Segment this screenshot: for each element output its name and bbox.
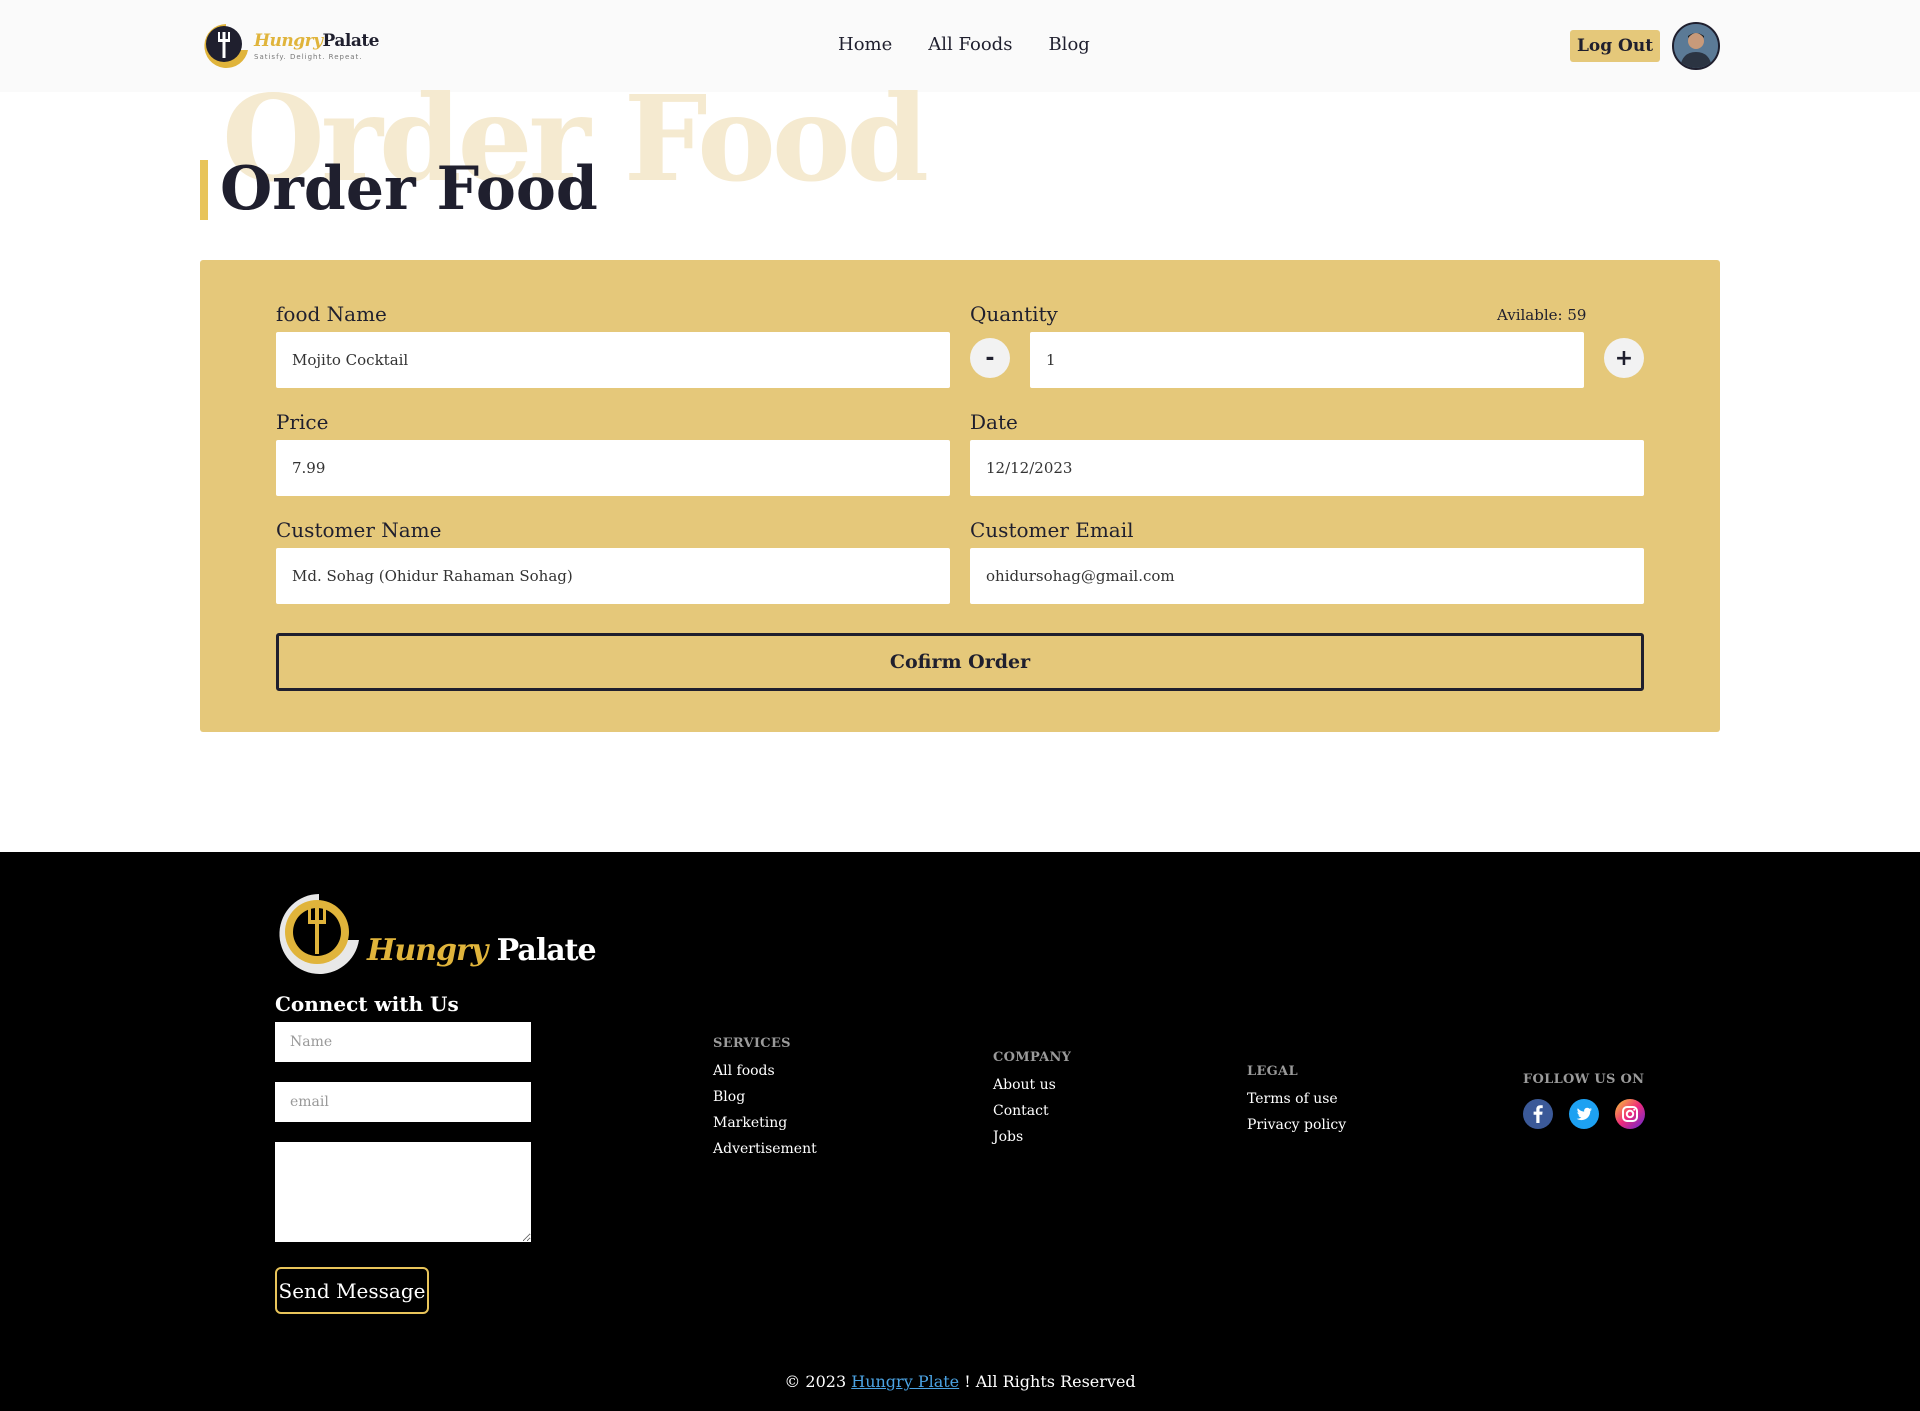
user-avatar[interactable] [1672, 22, 1720, 70]
plate-fork-logo-icon [275, 890, 363, 978]
footer-link-terms[interactable]: Terms of use [1247, 1091, 1346, 1107]
instagram-icon[interactable] [1615, 1099, 1645, 1129]
price-input[interactable] [276, 440, 950, 496]
send-message-button[interactable]: Send Message [275, 1267, 429, 1314]
customer-name-label: Customer Name [276, 518, 442, 542]
footer-services: SERVICES All foods Blog Marketing Advert… [713, 1036, 817, 1167]
contact-name-input[interactable] [275, 1022, 531, 1062]
footer-link-about[interactable]: About us [993, 1077, 1071, 1093]
copyright-suffix: ! All Rights Reserved [964, 1372, 1136, 1391]
logo-word-palate: Palate [322, 31, 380, 51]
copyright: © 2023 Hungry Plate ! All Rights Reserve… [0, 1372, 1920, 1391]
logo-tagline: Satisfy. Delight. Repeat. [254, 53, 363, 61]
customer-email-label: Customer Email [970, 518, 1134, 542]
footer-legal: LEGAL Terms of use Privacy policy [1247, 1064, 1346, 1143]
footer-follow: FOLLOW US ON [1523, 1072, 1645, 1129]
footer-company: COMPANY About us Contact Jobs [993, 1050, 1071, 1155]
facebook-icon[interactable] [1523, 1099, 1553, 1129]
confirm-order-button[interactable]: Cofirm Order [276, 633, 1644, 691]
footer-logo[interactable]: Hungry Palate [275, 890, 597, 978]
footer-link-jobs[interactable]: Jobs [993, 1129, 1071, 1145]
date-input[interactable] [970, 440, 1644, 496]
footer-link-marketing[interactable]: Marketing [713, 1115, 817, 1131]
footer: Hungry Palate Connect with Us Send Messa… [0, 852, 1920, 1411]
main-nav: Home All Foods Blog [838, 34, 1126, 55]
footer-link-blog[interactable]: Blog [713, 1089, 817, 1105]
brand-logo[interactable]: HungryPalate Satisfy. Delight. Repeat. [200, 19, 380, 73]
available-count: Avilable: 59 [1497, 306, 1587, 324]
footer-link-all-foods[interactable]: All foods [713, 1063, 817, 1079]
footer-logo-word-hungry: Hungry [367, 933, 488, 968]
footer-logo-word-palate: Palate [496, 933, 597, 968]
page-title: Order Food [220, 154, 598, 224]
company-title: COMPANY [993, 1050, 1072, 1065]
food-name-input[interactable] [276, 332, 950, 388]
nav-blog[interactable]: Blog [1048, 34, 1089, 55]
quantity-label: Quantity [970, 302, 1058, 326]
footer-link-contact[interactable]: Contact [993, 1103, 1071, 1119]
copyright-brand-link[interactable]: Hungry Plate [851, 1372, 959, 1391]
date-label: Date [970, 410, 1018, 434]
plate-fork-logo-icon [200, 20, 252, 72]
food-name-label: food Name [276, 302, 387, 326]
copyright-prefix: © 2023 [784, 1372, 847, 1391]
logo-word-hungry: Hungry [254, 31, 323, 51]
services-title: SERVICES [713, 1036, 791, 1051]
logout-button[interactable]: Log Out [1570, 30, 1660, 62]
decrease-quantity-button[interactable]: - [970, 338, 1010, 378]
footer-link-privacy[interactable]: Privacy policy [1247, 1117, 1346, 1133]
follow-title: FOLLOW US ON [1523, 1072, 1645, 1087]
nav-home[interactable]: Home [838, 34, 892, 55]
customer-name-input[interactable] [276, 548, 950, 604]
twitter-icon[interactable] [1569, 1099, 1599, 1129]
title-accent-bar [200, 160, 208, 220]
customer-email-input[interactable] [970, 548, 1644, 604]
legal-title: LEGAL [1247, 1064, 1298, 1079]
increase-quantity-button[interactable]: + [1604, 338, 1644, 378]
footer-link-advertisement[interactable]: Advertisement [713, 1141, 817, 1157]
connect-title: Connect with Us [275, 992, 459, 1016]
contact-message-textarea[interactable] [275, 1142, 531, 1242]
nav-all-foods[interactable]: All Foods [928, 34, 1012, 55]
quantity-input[interactable] [1030, 332, 1584, 388]
price-label: Price [276, 410, 329, 434]
contact-email-input[interactable] [275, 1082, 531, 1122]
